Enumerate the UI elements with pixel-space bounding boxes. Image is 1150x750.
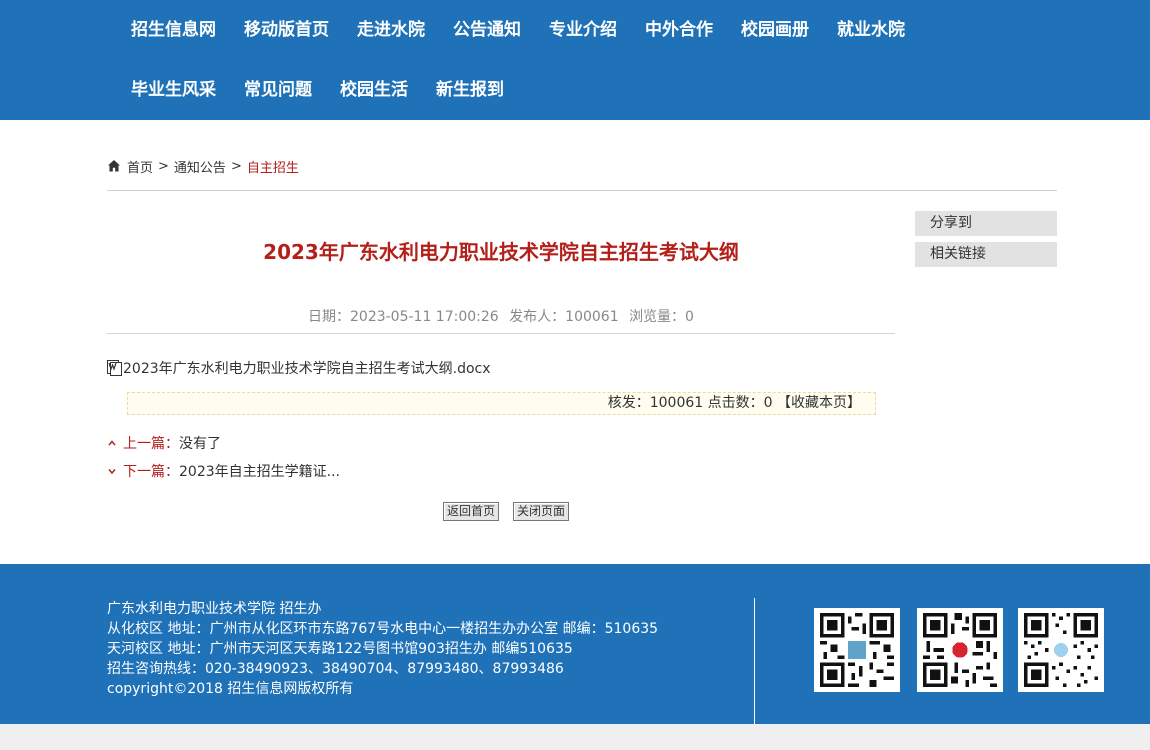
article-publisher: 发布人：100061 — [509, 309, 619, 325]
close-page-button[interactable]: 关闭页面 — [513, 502, 570, 521]
share-box[interactable]: 分享到 — [915, 211, 1057, 236]
qr-code-icon — [814, 608, 900, 692]
chevron-up-icon — [108, 440, 116, 446]
chevron-down-icon — [108, 469, 116, 475]
prev-article-label: 上一篇： — [123, 436, 179, 452]
nav-item-faq[interactable]: 常见问题 — [230, 60, 326, 120]
page-bottom — [0, 724, 1150, 750]
article-title: 2023年广东水利电力职业技术学院自主招生考试大纲 — [263, 240, 739, 264]
article-date: 日期：2023-05-11 17:00:26 — [308, 309, 499, 325]
meta-divider — [107, 333, 895, 334]
article-actions: 返回首页 关闭页面 — [443, 502, 570, 521]
nav-list: 招生信息网 移动版首页 走进水院 公告通知 专业介绍 中外合作 校园画册 就业水… — [117, 0, 1017, 120]
bookmark-link[interactable]: 【收藏本页】 — [777, 395, 861, 411]
footer-divider — [754, 598, 755, 724]
main-content: 首页 > 通知公告 > 自主招生 2023年广东水利电力职业技术学院自主招生考试… — [0, 120, 1150, 564]
breadcrumb-divider — [107, 190, 1057, 191]
qr-code-graphic — [820, 613, 894, 687]
attachment-filename[interactable]: 2023年广东水利电力职业技术学院自主招生考试大纲.docx — [123, 358, 491, 378]
breadcrumb: 首页 > 通知公告 > 自主招生 — [107, 156, 299, 176]
nav-item-admissions[interactable]: 招生信息网 — [117, 0, 230, 60]
breadcrumb-separator: > — [230, 158, 242, 174]
footer-copyright: copyright©2018 招生信息网版权所有 — [107, 681, 354, 697]
footer-org: 广东水利电力职业技术学院 招生办 — [107, 601, 322, 617]
breadcrumb-home-link[interactable]: 首页 — [127, 157, 153, 176]
footer-hotline: 招生咨询热线：020-38490923、38490704、87993480、87… — [107, 661, 564, 677]
nav-item-employment[interactable]: 就业水院 — [823, 0, 919, 60]
document-icon — [107, 360, 122, 376]
nav-item-graduates[interactable]: 毕业生风采 — [117, 60, 230, 120]
top-navigation: 招生信息网 移动版首页 走进水院 公告通知 专业介绍 中外合作 校园画册 就业水… — [0, 0, 1150, 120]
nav-item-cooperation[interactable]: 中外合作 — [631, 0, 727, 60]
footer-address-conghua: 从化校区 地址：广州市从化区环市东路767号水电中心一楼招生办办公室 邮编：51… — [107, 621, 659, 637]
nav-item-registration[interactable]: 新生报到 — [422, 60, 518, 120]
nav-item-album[interactable]: 校园画册 — [727, 0, 823, 60]
nav-item-mobile-home[interactable]: 移动版首页 — [230, 0, 343, 60]
attachment-link[interactable]: 2023年广东水利电力职业技术学院自主招生考试大纲.docx — [107, 358, 491, 378]
qr-code-graphic — [1024, 613, 1098, 687]
footer-address-tianhe: 天河校区 地址：广州市天河区天寿路122号图书馆903招生办 邮编510635 — [107, 641, 573, 657]
qr-code-icon — [917, 608, 1003, 692]
nav-item-majors[interactable]: 专业介绍 — [535, 0, 631, 60]
article-views: 浏览量：0 — [629, 309, 694, 325]
prev-article: 上一篇： 没有了 — [107, 433, 221, 453]
article-stats-bar: 核发：100061 点击数：0 【收藏本页】 — [127, 392, 876, 415]
article-stats: 核发：100061 点击数：0 — [607, 395, 773, 411]
back-home-button[interactable]: 返回首页 — [443, 502, 500, 521]
breadcrumb-separator: > — [158, 158, 169, 174]
footer-info: 广东水利电力职业技术学院 招生办 从化校区 地址：广州市从化区环市东路767号水… — [107, 599, 658, 699]
prev-article-link[interactable]: 没有了 — [179, 433, 221, 453]
footer: 广东水利电力职业技术学院 招生办 从化校区 地址：广州市从化区环市东路767号水… — [0, 564, 1150, 724]
next-article-label: 下一篇： — [123, 464, 179, 480]
nav-item-campus-life[interactable]: 校园生活 — [326, 60, 422, 120]
related-links-box[interactable]: 相关链接 — [915, 242, 1057, 267]
breadcrumb-current[interactable]: 自主招生 — [247, 157, 299, 176]
home-icon — [108, 160, 120, 172]
breadcrumb-notices-link[interactable]: 通知公告 — [174, 157, 226, 176]
next-article: 下一篇： 2023年自主招生学籍证... — [107, 461, 340, 481]
article-meta: 日期：2023-05-11 17:00:26 发布人：100061 浏览量：0 — [107, 306, 895, 326]
nav-item-about[interactable]: 走进水院 — [343, 0, 439, 60]
qr-code-graphic — [923, 613, 997, 687]
nav-item-notices[interactable]: 公告通知 — [439, 0, 535, 60]
next-article-link[interactable]: 2023年自主招生学籍证... — [179, 461, 340, 481]
qr-code-icon — [1018, 608, 1104, 692]
